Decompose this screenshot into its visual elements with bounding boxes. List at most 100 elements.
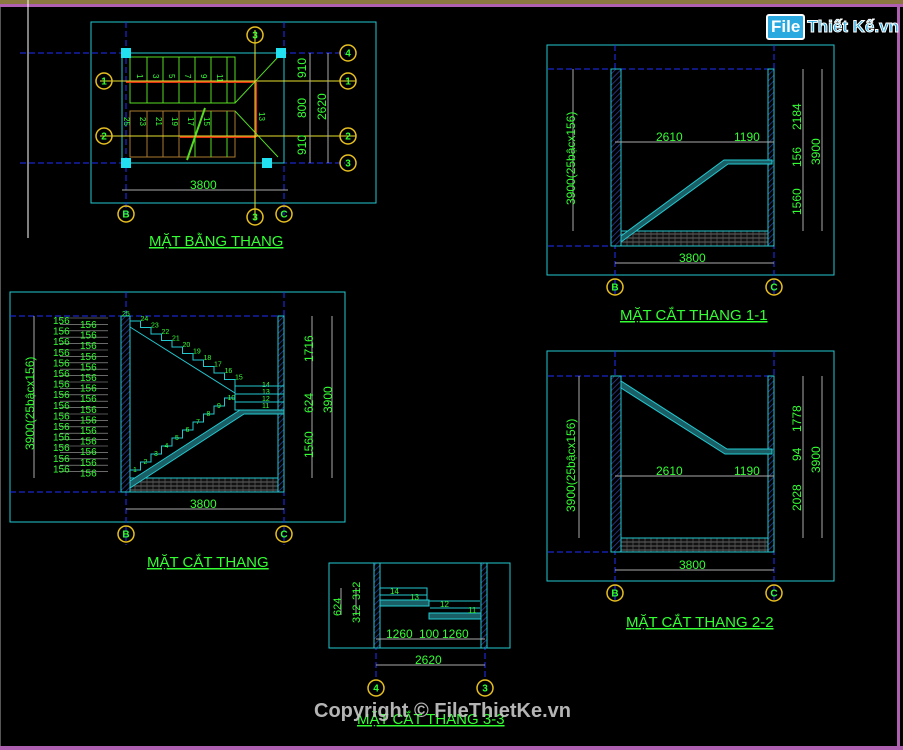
logo-file: File [766,14,806,40]
section-step-number: 11 [262,403,269,410]
section-step-number: 16 [225,368,233,375]
section-1-1-width-dim: 3800 [679,251,706,265]
riser-dim-label: 156 [80,384,97,395]
section-3-3-bottom-dim-2: 100 [419,627,439,641]
section-3-3-step-13: 13 [410,593,419,602]
plan-stairwell-walls [121,52,285,164]
section-lower-treads [129,397,235,478]
section-lower-flight [129,409,285,489]
plan-column [121,158,131,168]
section-step-number: 8 [207,411,211,418]
copyright-watermark: Copyright © FileThietKe.vn [314,700,571,722]
section-2-2-flight [620,380,773,455]
plan-width-dim: 3800 [190,178,217,192]
grid-bubble-label: C [280,210,287,221]
riser-dim-label: 156 [80,394,97,405]
grid-bubble-label: B [611,589,618,600]
plan-step-label: 15 [202,117,211,126]
riser-dim-label: 156 [53,464,70,475]
section-1-1-flight [620,159,773,243]
section-step-number: 21 [172,336,180,343]
section-upper-treads [130,320,236,386]
section-2-2-title: MẶT CẮT THANG 2-2 [626,613,774,631]
section-step-number: 19 [193,349,201,356]
plan-step-label: 5 [167,74,176,79]
section-step-number: 3 [154,451,158,458]
riser-dim-label: 156 [53,401,70,412]
plan-step-label: 1 [135,74,144,79]
section-step-number: 7 [196,419,200,426]
section-1-1-slab [620,230,769,247]
grid-bubble-label: B [122,210,129,221]
plan-column [276,48,286,58]
riser-dim-label: 156 [53,443,70,454]
section-3-3-step-12: 12 [440,600,449,609]
section-step-number: 18 [204,355,212,362]
plan-frame [90,21,377,204]
section-step-number: 5 [175,435,179,442]
grid-bubble-3-top: 3 [246,26,264,44]
section-1-1-landing-dim: 1190 [734,130,760,144]
section-drawing: 1234567891011121314151617181920212223242… [9,291,346,571]
section-2-2-right-dim-1: 1778 [790,405,804,432]
plan-step-label: 3 [151,74,160,79]
section-2-2-wall-left [610,375,622,553]
section-1-1-flight-dim: 2610 [656,130,683,144]
section-3-3-left-total: 624 [332,598,344,616]
section-3-3-width-dim: 2620 [415,653,442,667]
plan-right-dim-1: 910 [295,58,309,78]
riser-dim-label: 156 [80,458,97,469]
grid-bubble-label: C [280,530,287,541]
grid-bubble-label: C [770,589,777,600]
section-step-number: 13 [262,389,270,396]
section-1-1-right-dim-1: 2184 [790,103,804,130]
plan-step-label: 21 [154,117,163,126]
cad-drawing-canvas[interactable]: 3800 910 800 910 2620 MẶT BẰNG THANG 135… [0,0,903,750]
plan-right-dim-2: 800 [295,98,309,118]
section-2-2-flight-dim: 2610 [656,464,683,478]
plan-step-label: 23 [138,117,147,126]
grid-bubble-label: 1 [345,77,351,88]
riser-dim-label: 156 [80,352,97,363]
section-step-number: 23 [151,323,159,330]
section-1-1-wall-right [767,68,775,247]
logo-brand: Thiết Kế.vn [807,17,900,37]
riser-dim-label: 156 [80,373,97,384]
section-step-number: 15 [235,375,243,382]
grid-bubble-b: B [117,205,135,223]
section-total-dim: 3900 [321,386,335,413]
grid-bubble-label: 3 [252,213,258,224]
riser-dim-label: 156 [80,468,97,479]
riser-dim-label: 156 [80,437,97,448]
riser-dim-label: 156 [80,426,97,437]
plan-step-label: 19 [170,117,179,126]
section-step-number: 20 [183,342,191,349]
plan-step-label: 7 [183,74,192,79]
section-3-3-bottom-dim-1: 1260 [386,627,413,641]
section-3-3-step-14: 14 [390,587,399,596]
section-step-number: 10 [228,395,236,402]
grid-bubble-label: 4 [373,684,379,695]
section-3-3-left-dim-1: 312 [351,582,363,600]
section-3-3-step-11: 11 [468,606,477,615]
section-1-1-title: MẶT CẮT THANG 1-1 [620,306,768,324]
grid-bubble-label: 3 [345,159,351,170]
section-2-2-total-dim: 3900 [809,446,823,473]
riser-dim-label: 156 [80,320,97,331]
section-1-1-drawing: 2610 1190 3900(25bậcx156) 2184 156 1560 … [546,44,835,324]
grid-bubble-4: 4 [367,679,385,697]
section-2-2-right-dim-2: 94 [790,447,804,461]
plan-column [262,158,272,168]
section-right-dim-2: 624 [302,393,316,413]
plan-column [121,48,131,58]
section-step-number: 17 [214,362,222,369]
plan-step-label: 17 [186,117,195,126]
section-1-1-wall-left [610,68,622,247]
riser-dim-label: 156 [80,405,97,416]
plan-step-label: 13 [257,112,266,121]
section-step-number: 6 [186,427,190,434]
riser-dim-label: 156 [53,411,70,422]
grid-bubble-3-right: 3 [339,154,357,172]
riser-dim-label: 156 [53,337,70,348]
section-1-1-right-dim-3: 1560 [790,188,804,215]
